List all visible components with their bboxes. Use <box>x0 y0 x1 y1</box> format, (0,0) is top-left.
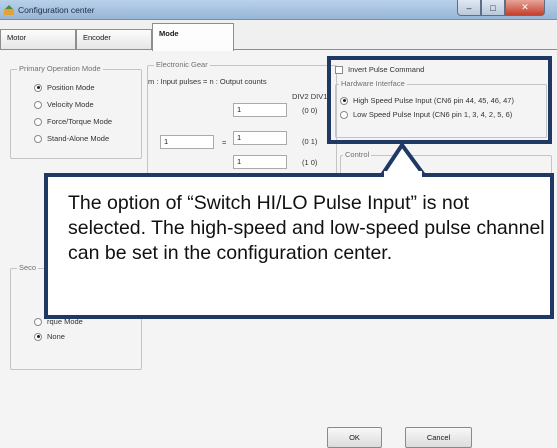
callout-pointer <box>378 141 428 179</box>
ok-button[interactable]: OK <box>327 427 382 448</box>
cancel-button[interactable]: Cancel <box>405 427 472 448</box>
tab-mode[interactable]: Mode <box>152 23 234 51</box>
